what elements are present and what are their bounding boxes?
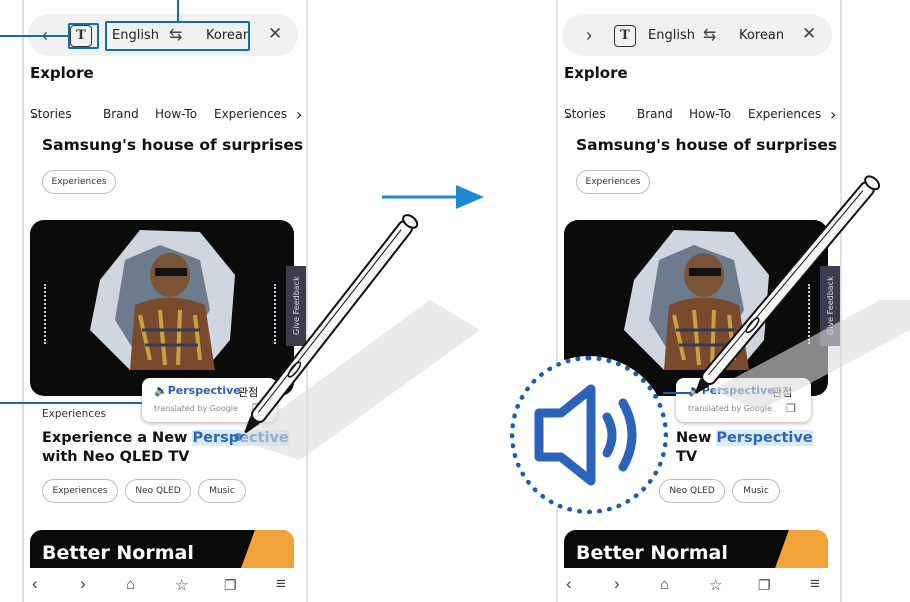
speaker-magnifier — [510, 356, 668, 514]
magnifier-connector — [663, 392, 691, 394]
s-pen-right — [695, 175, 910, 410]
speaker-icon — [534, 384, 637, 486]
stage: ‹ T English ⇆ Korean ✕ Explore Stories ⌄… — [0, 0, 910, 602]
